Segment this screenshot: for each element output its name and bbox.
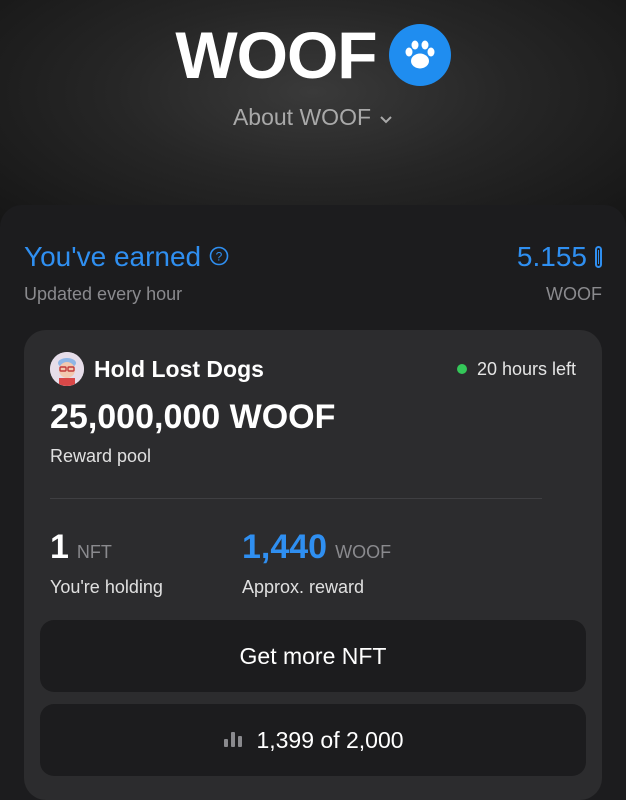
holding-label: You're holding: [50, 577, 163, 597]
reward-pool-label: Reward pool: [50, 446, 152, 466]
time-left-text: 20 hours left: [476, 358, 576, 379]
reward-unit: WOOF: [335, 542, 392, 562]
holding-value: 1: [50, 528, 69, 566]
about-label: About WOOF: [232, 104, 372, 130]
about-dropdown[interactable]: About WOOF: [0, 104, 626, 131]
time-left-indicator: 20 hours left: [456, 358, 576, 380]
get-more-nft-button[interactable]: Get more NFT: [40, 620, 586, 692]
header-area: WOOF About WOOF: [0, 0, 626, 230]
reward-pool-value: 25,000,000 WOOF: [50, 398, 336, 436]
earned-value: 5.155: [516, 241, 587, 272]
reward-card: Hold Lost Dogs 20 hours left 25,000,000 …: [24, 330, 602, 800]
progress-text: 1,399 of 2,000: [256, 726, 404, 753]
svg-text:?: ?: [216, 250, 223, 264]
counter-icon: [595, 246, 602, 268]
earned-section: You've earned ? Updated every hour 5.155…: [24, 240, 602, 305]
earned-value-row: 5.155: [517, 240, 602, 274]
divider: [50, 498, 542, 499]
chevron-down-icon: [379, 104, 393, 131]
reward-stat: 1,440 WOOF Approx. reward: [242, 528, 391, 598]
earned-subtitle: Updated every hour: [24, 284, 183, 304]
earned-label: You've earned: [24, 241, 202, 272]
question-circle-icon[interactable]: ?: [209, 240, 229, 274]
reward-label: Approx. reward: [242, 577, 365, 597]
earned-label-row[interactable]: You've earned ?: [24, 240, 229, 274]
dog-avatar: [50, 352, 84, 386]
bar-chart-icon: [222, 727, 244, 754]
earned-unit: WOOF: [546, 284, 602, 304]
card-title: Hold Lost Dogs: [94, 355, 264, 382]
status-dot: [456, 364, 467, 374]
holding-unit: NFT: [76, 542, 112, 562]
holding-stat: 1 NFT You're holding: [50, 528, 163, 598]
reward-value: 1,440: [242, 528, 328, 566]
card-header: Hold Lost Dogs 20 hours left: [50, 352, 576, 386]
paw-icon: [388, 24, 451, 86]
progress-button[interactable]: 1,399 of 2,000: [40, 704, 586, 776]
brand: WOOF: [0, 22, 626, 88]
app-title: WOOF: [175, 18, 377, 92]
